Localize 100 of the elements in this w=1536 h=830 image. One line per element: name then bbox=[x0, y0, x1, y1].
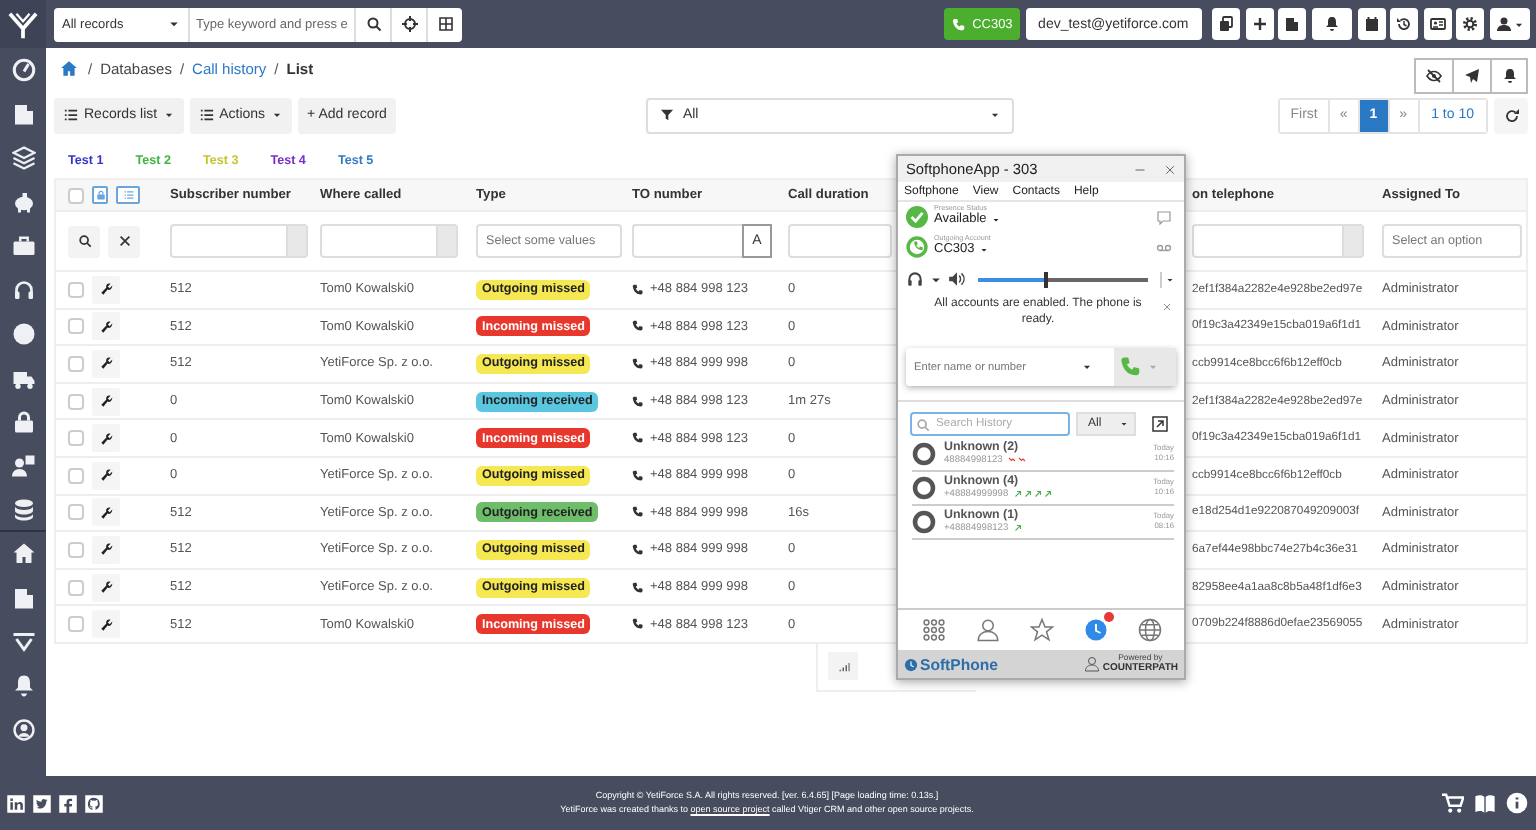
home-icon[interactable] bbox=[60, 60, 78, 78]
row-checkbox[interactable] bbox=[68, 541, 84, 558]
signal-button[interactable] bbox=[828, 652, 858, 681]
filter-field[interactable] bbox=[1192, 224, 1364, 258]
person-icon[interactable] bbox=[975, 618, 999, 642]
search-button[interactable] bbox=[68, 225, 100, 257]
phone-circle-icon bbox=[906, 236, 928, 258]
notifications-button[interactable] bbox=[1312, 8, 1353, 40]
caret-icon bbox=[1120, 420, 1128, 428]
copy-button[interactable] bbox=[1212, 8, 1241, 40]
bell-icon[interactable] bbox=[11, 674, 35, 698]
filter-field[interactable] bbox=[170, 224, 308, 258]
filter-field[interactable] bbox=[320, 224, 458, 258]
notify-button[interactable] bbox=[1490, 57, 1528, 93]
caret-icon[interactable] bbox=[930, 273, 942, 285]
piggy-bank-icon[interactable] bbox=[11, 190, 35, 214]
close-icon[interactable] bbox=[1164, 163, 1176, 175]
voicemail-icon[interactable] bbox=[1156, 239, 1172, 255]
phone-icon bbox=[632, 506, 644, 519]
row-checkbox[interactable] bbox=[68, 281, 84, 298]
row-checkbox[interactable] bbox=[68, 430, 84, 447]
truck-icon[interactable] bbox=[11, 366, 35, 390]
github-icon[interactable] bbox=[84, 793, 104, 813]
building-button[interactable] bbox=[1278, 8, 1307, 40]
row-actions-button[interactable] bbox=[92, 461, 120, 490]
filter-field[interactable] bbox=[788, 224, 892, 258]
dialpad-icon[interactable] bbox=[921, 618, 945, 642]
locate-button[interactable] bbox=[390, 7, 426, 41]
search-icon bbox=[77, 234, 91, 248]
row-checkbox[interactable] bbox=[68, 579, 84, 596]
wrench-icon bbox=[99, 319, 113, 334]
toggle-button[interactable] bbox=[92, 186, 108, 204]
globe-icon[interactable] bbox=[1137, 618, 1161, 642]
star-icon[interactable] bbox=[1029, 618, 1053, 642]
twitter-icon[interactable] bbox=[32, 793, 52, 813]
wrench-icon bbox=[99, 505, 113, 520]
facebook-icon[interactable] bbox=[58, 793, 78, 813]
row-checkbox[interactable] bbox=[68, 504, 84, 521]
caret-icon bbox=[980, 246, 989, 255]
wrench-icon bbox=[99, 282, 113, 297]
row-actions-button[interactable] bbox=[92, 535, 120, 564]
phone-icon bbox=[632, 469, 644, 482]
row-checkbox[interactable] bbox=[68, 355, 84, 372]
row-checkbox[interactable] bbox=[68, 318, 84, 335]
row-actions-button[interactable] bbox=[92, 424, 120, 453]
close-icon[interactable] bbox=[1162, 302, 1172, 312]
row-actions-button[interactable] bbox=[92, 349, 120, 378]
lock-icon bbox=[95, 190, 105, 200]
coin-icon[interactable] bbox=[11, 322, 35, 346]
list-icon bbox=[123, 190, 133, 200]
caret-icon[interactable] bbox=[1082, 362, 1092, 372]
row-actions-button[interactable] bbox=[92, 498, 120, 527]
id-card-button[interactable] bbox=[1423, 8, 1452, 40]
row-actions-button[interactable] bbox=[92, 312, 120, 341]
row-checkbox[interactable] bbox=[68, 616, 84, 633]
wrench-icon bbox=[99, 468, 113, 483]
briefcase-icon[interactable] bbox=[11, 234, 35, 258]
lock-icon[interactable] bbox=[11, 410, 35, 434]
clock-icon[interactable] bbox=[1083, 618, 1107, 642]
columns-button[interactable] bbox=[116, 186, 140, 204]
history-button[interactable] bbox=[1390, 8, 1419, 40]
headset-icon[interactable] bbox=[906, 270, 924, 288]
chevron-icon[interactable] bbox=[11, 630, 35, 654]
list-icon bbox=[64, 108, 78, 122]
send-button[interactable] bbox=[1452, 57, 1490, 93]
caret-icon[interactable] bbox=[1160, 271, 1174, 287]
cart-icon[interactable] bbox=[1442, 792, 1464, 814]
clear-button[interactable] bbox=[108, 225, 140, 257]
refresh-button[interactable] bbox=[1494, 97, 1528, 133]
layers-icon[interactable] bbox=[11, 146, 35, 170]
refresh-icon bbox=[1503, 107, 1519, 123]
search-button[interactable] bbox=[354, 7, 390, 41]
calendar-button[interactable] bbox=[1357, 8, 1386, 40]
grid-button[interactable] bbox=[426, 7, 462, 41]
caret-icon bbox=[271, 110, 282, 120]
crosshair-icon bbox=[401, 16, 417, 32]
pop-out-icon[interactable] bbox=[1152, 416, 1168, 432]
row-checkbox[interactable] bbox=[68, 393, 84, 410]
user-menu-button[interactable] bbox=[1490, 8, 1530, 40]
info-icon[interactable] bbox=[1506, 792, 1528, 814]
database-icon[interactable] bbox=[11, 498, 35, 522]
home-icon[interactable] bbox=[11, 542, 35, 566]
select-all-checkbox[interactable] bbox=[68, 187, 84, 203]
row-actions-button[interactable] bbox=[92, 573, 120, 602]
add-button[interactable] bbox=[1245, 8, 1274, 40]
headset-icon[interactable] bbox=[11, 278, 35, 302]
row-checkbox[interactable] bbox=[68, 467, 84, 484]
speaker-icon[interactable] bbox=[948, 270, 966, 288]
filter-field[interactable] bbox=[632, 224, 742, 258]
wrench-icon bbox=[99, 431, 113, 446]
presenter-icon[interactable] bbox=[11, 454, 35, 478]
row-actions-button[interactable] bbox=[92, 275, 120, 304]
settings-button[interactable] bbox=[1456, 8, 1485, 40]
linkedin-icon[interactable] bbox=[6, 793, 26, 813]
row-actions-button[interactable] bbox=[92, 387, 120, 416]
gauge-icon[interactable] bbox=[11, 58, 35, 82]
user-icon[interactable] bbox=[11, 718, 35, 742]
hide-button[interactable] bbox=[1414, 57, 1452, 93]
row-actions-button[interactable] bbox=[92, 610, 120, 639]
book-icon[interactable] bbox=[1474, 792, 1496, 814]
